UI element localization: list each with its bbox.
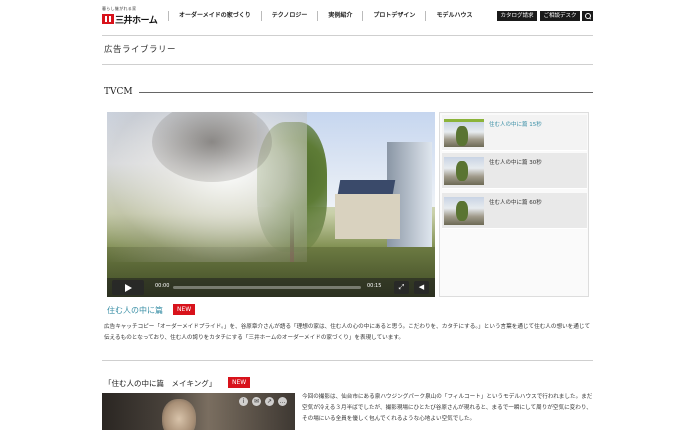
video-description: 広告キャッチコピー「オーダーメイドプライド。」を、谷原章介さんが語る「理想の家は… [104,324,591,341]
section-rule [139,92,593,93]
logo-tagline: 暮らし継がれる家 [102,6,137,11]
video-frame-roof [337,180,396,194]
video-player[interactable]: 00:00 00:15 ⤢ ◀ [107,112,435,297]
search-icon[interactable] [582,11,593,21]
current-time: 00:00 [155,283,170,289]
playlist-thumbnail [444,119,484,147]
main-nav: オーダーメイドの家づくり テクノロジー 実例紹介 プロトデザイン モデルハウス [168,9,482,23]
section-title: TVCM [104,87,133,97]
info-icon[interactable]: i [239,397,248,406]
playlist-thumbnail [444,157,484,185]
divider [102,64,593,65]
logo-mark-icon [102,14,114,24]
playlist-thumbnail [444,197,484,225]
logo-text: 三井ホーム [115,16,158,26]
duration: 00:15 [367,283,382,289]
nav-item-proto-design[interactable]: プロトデザイン [362,11,425,21]
playlist-item-label: 住む人の中に篇 15秒 [489,122,542,128]
progress-bar[interactable] [173,286,361,289]
making-description: 今回の撮影は、仙台市にある泉ハウジングパーク泉山の「フィルコート」というモデルハ… [302,394,593,422]
nav-item-technology[interactable]: テクノロジー [260,11,318,21]
making-video-player[interactable]: i ✉ ↗ … [102,393,295,430]
consultation-desk-button[interactable]: ご相談デスク [540,11,580,21]
making-title: 「住む人の中に篇 メイキング」 [104,379,217,388]
video-title: 住む人の中に篇 [107,306,163,315]
divider [102,360,593,361]
logo[interactable]: 暮らし継がれる家 三井ホーム [102,6,160,26]
playlist-item[interactable]: 住む人の中に篇 30秒 [442,153,587,189]
more-icon[interactable]: … [278,397,287,406]
play-icon[interactable] [112,280,144,295]
share-icon[interactable]: ↗ [265,397,274,406]
playlist-item[interactable]: 住む人の中に篇 60秒 [442,193,587,229]
new-badge: NEW [228,377,251,388]
playlist: 住む人の中に篇 15秒 住む人の中に篇 30秒 住む人の中に篇 60秒 [439,112,589,297]
nav-item-order-made[interactable]: オーダーメイドの家づくり [168,11,261,21]
mail-icon[interactable]: ✉ [252,397,261,406]
catalog-request-button[interactable]: カタログ請求 [497,11,537,21]
nav-item-examples[interactable]: 実例紹介 [317,11,362,21]
playlist-item-label: 住む人の中に篇 30秒 [489,160,542,166]
video-controls: 00:00 00:15 ⤢ ◀ [107,278,435,297]
playlist-item-label: 住む人の中に篇 60秒 [489,200,542,206]
site-header: 暮らし継がれる家 三井ホーム オーダーメイドの家づくり テクノロジー 実例紹介 … [0,0,696,30]
new-badge: NEW [173,304,196,315]
video-frame-house [335,194,400,239]
playlist-item[interactable]: 住む人の中に篇 15秒 [442,115,587,151]
page-title: 広告ライブラリー [104,45,177,55]
divider [102,35,593,36]
nav-item-model-house[interactable]: モデルハウス [425,11,482,21]
fullscreen-icon[interactable]: ⤢ [394,281,409,294]
volume-icon[interactable]: ◀ [414,281,429,294]
